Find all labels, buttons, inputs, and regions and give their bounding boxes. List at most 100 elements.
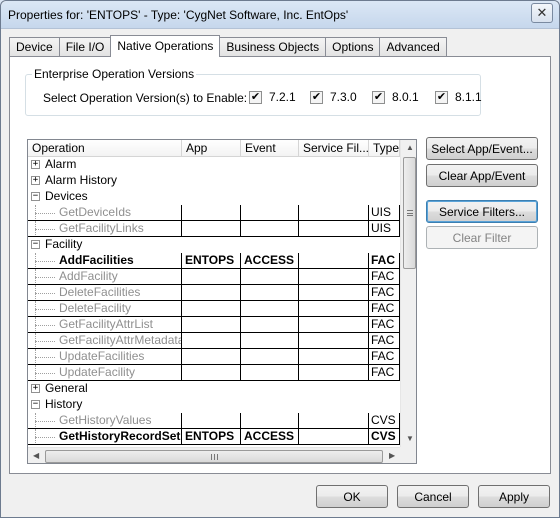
cell-app[interactable] — [182, 301, 241, 317]
vertical-scroll-thumb[interactable] — [403, 157, 416, 269]
scroll-left-icon[interactable]: ◀ — [33, 452, 39, 460]
checkmark-icon[interactable]: ✔ — [249, 90, 262, 104]
tree-group-row[interactable]: − History — [28, 397, 400, 413]
cell-app[interactable] — [182, 365, 241, 381]
tab-native-operations[interactable]: Native Operations — [110, 35, 221, 57]
tree-group-row[interactable]: − Devices — [28, 189, 400, 205]
cell-app[interactable] — [182, 317, 241, 333]
cell-event[interactable]: ACCESS — [241, 429, 299, 445]
cell-event[interactable] — [241, 269, 299, 285]
scroll-down-icon[interactable]: ▼ — [406, 435, 414, 443]
clear-app-event-button[interactable]: Clear App/Event — [426, 164, 538, 187]
cell-operation[interactable]: AddFacility — [28, 269, 182, 285]
cell-service-filter[interactable] — [299, 381, 369, 397]
tree-group-row[interactable]: + Alarm — [28, 157, 400, 173]
cell-operation[interactable]: UpdateFacilities — [28, 349, 182, 365]
tree-group-row[interactable]: + Alarm History — [28, 173, 400, 189]
cell-type[interactable]: CVS — [369, 429, 400, 445]
cell-event[interactable] — [241, 157, 299, 173]
tree-group-row[interactable]: − Facility — [28, 237, 400, 253]
cell-service-filter[interactable] — [299, 205, 369, 221]
cell-service-filter[interactable] — [299, 301, 369, 317]
column-header-type[interactable]: Type — [369, 140, 400, 157]
cell-service-filter[interactable] — [299, 285, 369, 301]
cell-service-filter[interactable] — [299, 397, 369, 413]
cell-type[interactable] — [369, 173, 400, 189]
cell-type[interactable] — [369, 157, 400, 173]
cell-app[interactable] — [182, 349, 241, 365]
table-row[interactable]: GetHistoryValues CVS — [28, 413, 400, 429]
cell-event[interactable] — [241, 397, 299, 413]
horizontal-scroll-thumb[interactable] — [45, 450, 383, 463]
cell-event[interactable] — [241, 349, 299, 365]
cell-type[interactable]: FAC — [369, 317, 400, 333]
table-row[interactable]: GetFacilityAttrList FAC — [28, 317, 400, 333]
cell-service-filter[interactable] — [299, 237, 369, 253]
cell-type[interactable] — [369, 237, 400, 253]
cell-event[interactable] — [241, 381, 299, 397]
tab-options[interactable]: Options — [325, 37, 381, 57]
cell-operation[interactable]: DeleteFacilities — [28, 285, 182, 301]
cell-type[interactable]: UIS — [369, 205, 400, 221]
cell-service-filter[interactable] — [299, 365, 369, 381]
cell-service-filter[interactable] — [299, 157, 369, 173]
cell-operation[interactable]: + Alarm — [28, 157, 182, 173]
collapse-icon[interactable]: − — [31, 400, 40, 409]
tab-business-objects[interactable]: Business Objects — [219, 37, 327, 57]
tab-advanced[interactable]: Advanced — [379, 37, 447, 57]
expand-icon[interactable]: + — [31, 176, 40, 185]
tree-group-row[interactable]: + General — [28, 381, 400, 397]
cell-operation[interactable]: GetFacilityLinks — [28, 221, 182, 237]
cell-event[interactable]: ACCESS — [241, 253, 299, 269]
version-checkbox-730[interactable]: ✔ 7.3.0 — [310, 90, 357, 104]
table-row[interactable]: UpdateFacility FAC — [28, 365, 400, 381]
cell-event[interactable] — [241, 317, 299, 333]
cell-event[interactable] — [241, 237, 299, 253]
cell-app[interactable] — [182, 237, 241, 253]
ok-button[interactable]: OK — [316, 485, 388, 508]
cell-app[interactable]: ENTOPS — [182, 253, 241, 269]
expand-icon[interactable]: + — [31, 160, 40, 169]
version-checkbox-721[interactable]: ✔ 7.2.1 — [249, 90, 296, 104]
checkmark-icon[interactable]: ✔ — [435, 90, 448, 104]
cell-type[interactable]: FAC — [369, 301, 400, 317]
cell-event[interactable] — [241, 413, 299, 429]
cell-operation[interactable]: − Facility — [28, 237, 182, 253]
cell-event[interactable] — [241, 285, 299, 301]
tab-file-io[interactable]: File I/O — [58, 37, 112, 57]
cell-service-filter[interactable] — [299, 429, 369, 445]
cell-type[interactable]: FAC — [369, 349, 400, 365]
cell-type[interactable]: CVS — [369, 413, 400, 429]
table-row[interactable]: DeleteFacilities FAC — [28, 285, 400, 301]
cancel-button[interactable]: Cancel — [397, 485, 469, 508]
cell-app[interactable]: ENTOPS — [182, 429, 241, 445]
cell-operation[interactable]: GetHistoryValues — [28, 413, 182, 429]
horizontal-scrollbar[interactable]: ◀ ▶ — [28, 447, 400, 463]
cell-operation[interactable]: GetHistoryRecordSet — [28, 429, 182, 445]
cell-app[interactable] — [182, 269, 241, 285]
scroll-up-icon[interactable]: ▲ — [406, 144, 414, 152]
collapse-icon[interactable]: − — [31, 192, 40, 201]
column-header-event[interactable]: Event — [241, 140, 299, 157]
cell-service-filter[interactable] — [299, 221, 369, 237]
cell-operation[interactable]: GetDeviceIds — [28, 205, 182, 221]
table-row[interactable]: GetFacilityLinks UIS — [28, 221, 400, 237]
cell-operation[interactable]: UpdateFacility — [28, 365, 182, 381]
cell-service-filter[interactable] — [299, 413, 369, 429]
cell-event[interactable] — [241, 205, 299, 221]
cell-event[interactable] — [241, 221, 299, 237]
cell-app[interactable] — [182, 157, 241, 173]
cell-app[interactable] — [182, 397, 241, 413]
cell-operation[interactable]: + Alarm History — [28, 173, 182, 189]
cell-event[interactable] — [241, 333, 299, 349]
cell-operation[interactable]: GetFacilityAttrList — [28, 317, 182, 333]
version-checkbox-801[interactable]: ✔ 8.0.1 — [372, 90, 419, 104]
apply-button[interactable]: Apply — [478, 485, 550, 508]
expand-icon[interactable]: + — [31, 384, 40, 393]
cell-type[interactable]: FAC — [369, 365, 400, 381]
cell-service-filter[interactable] — [299, 189, 369, 205]
table-row[interactable]: DeleteFacility FAC — [28, 301, 400, 317]
cell-service-filter[interactable] — [299, 253, 369, 269]
cell-service-filter[interactable] — [299, 349, 369, 365]
cell-app[interactable] — [182, 221, 241, 237]
